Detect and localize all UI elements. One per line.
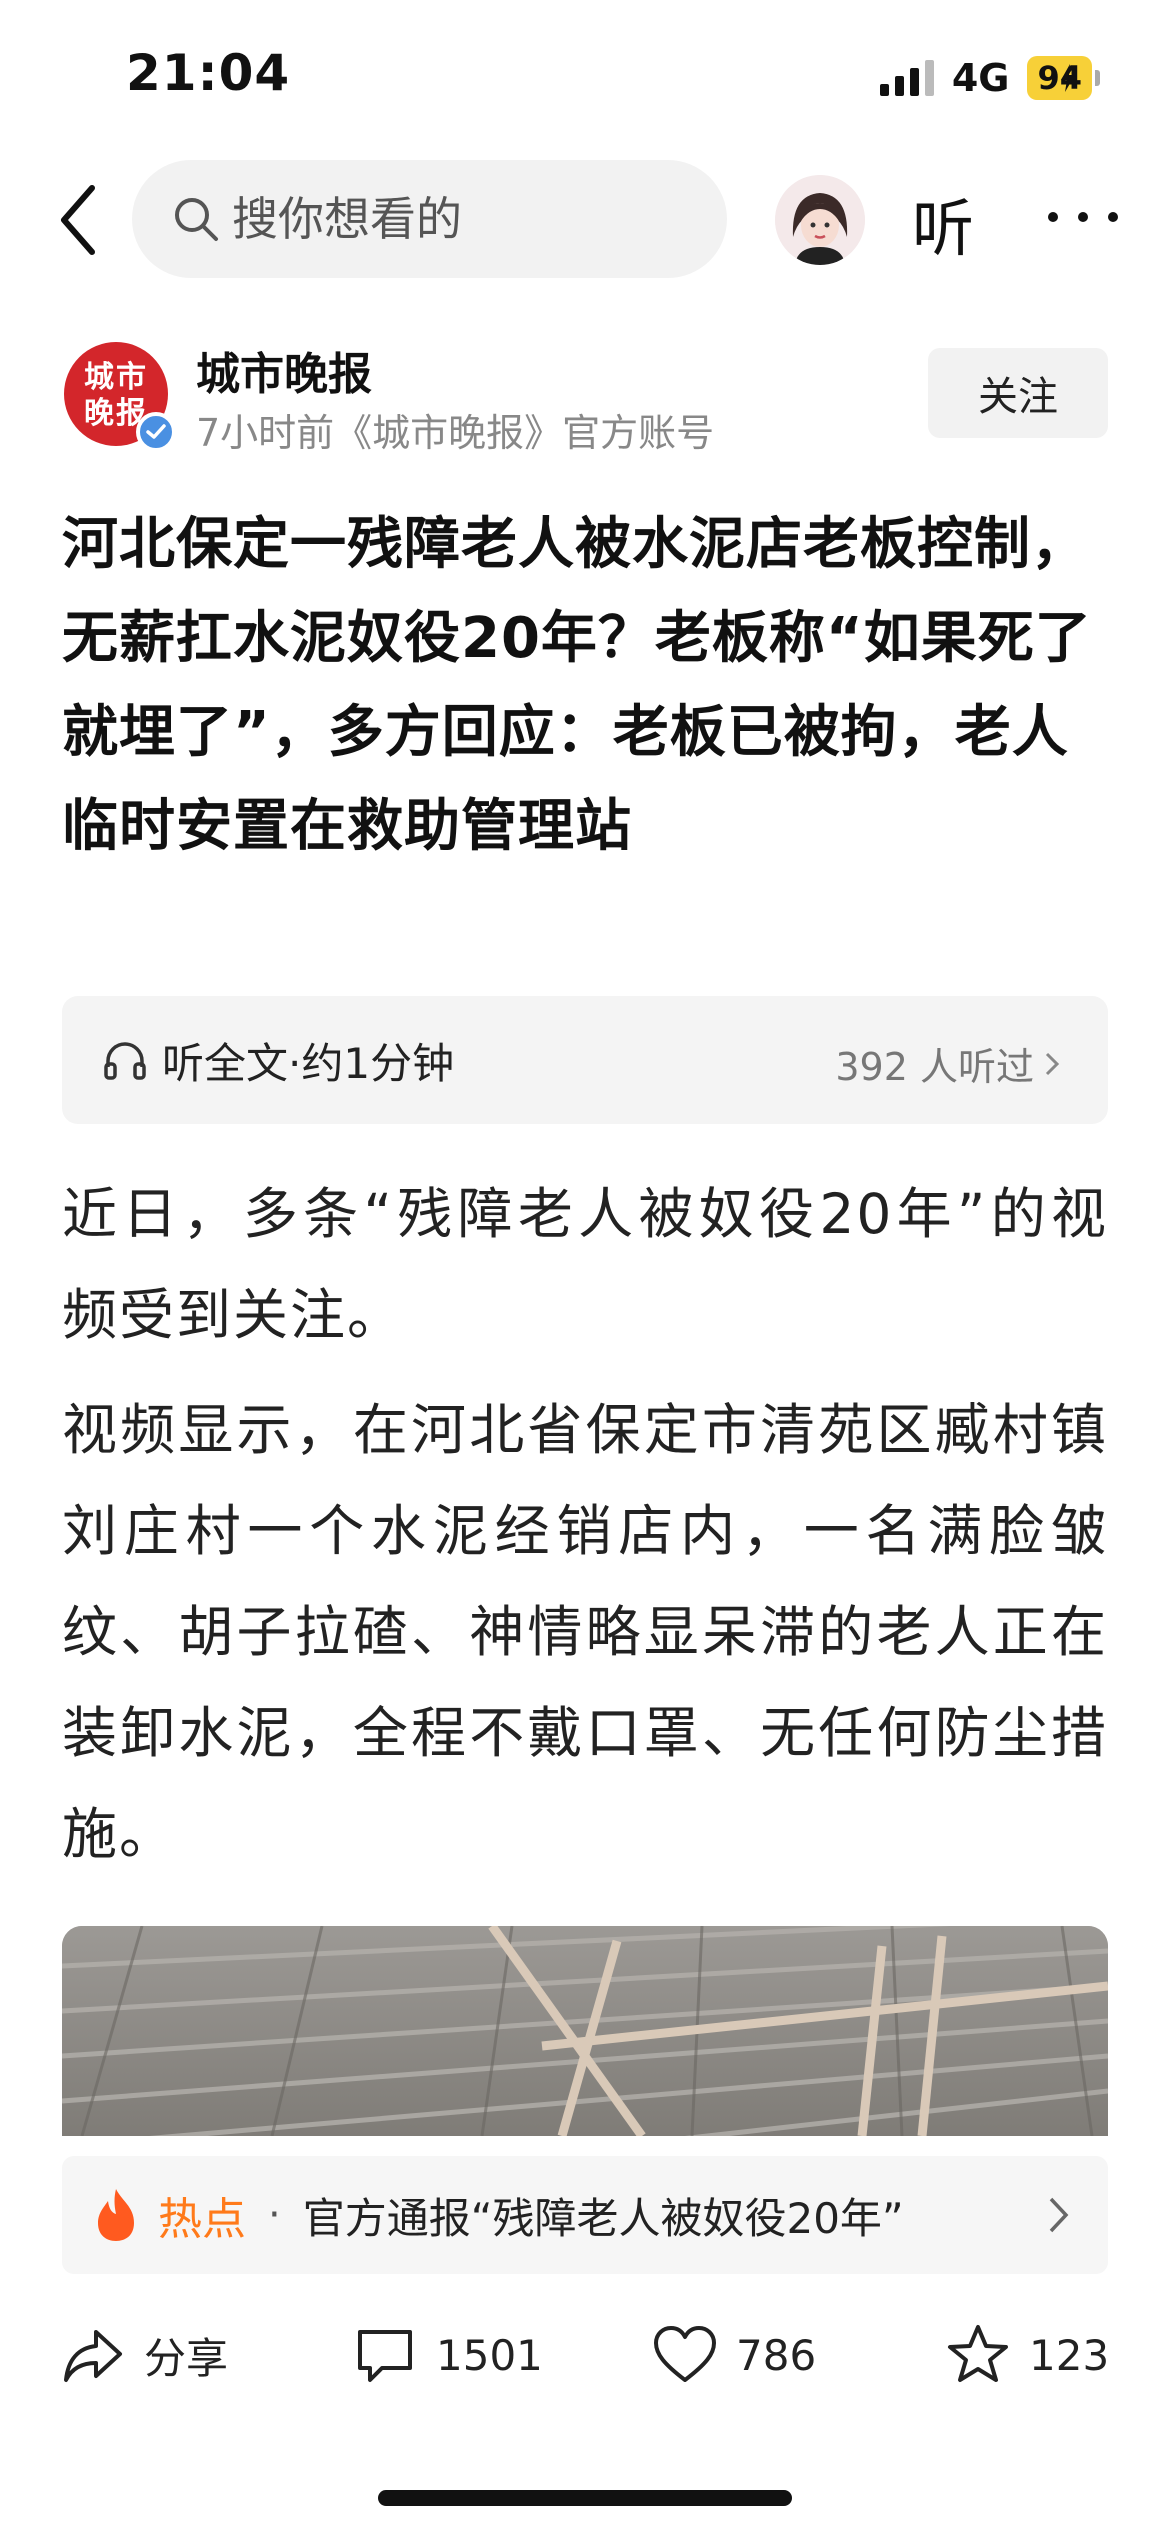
listen-full-text-bar[interactable]: 听全文·约1分钟 392 人听过 [62, 996, 1108, 1124]
home-indicator[interactable] [378, 2490, 792, 2506]
chevron-right-icon [1049, 2197, 1069, 2233]
user-avatar[interactable] [775, 175, 865, 265]
status-indicators: 4G 94 [879, 52, 1100, 104]
hot-topic-text: 官方通报“残障老人被奴役20年” [302, 2193, 904, 2243]
hot-topic-banner[interactable]: 热点 · 官方通报“残障老人被奴役20年” [62, 2156, 1108, 2274]
author-avatar[interactable]: 城市晚报 [64, 342, 176, 452]
avatar-illustration-icon [775, 175, 865, 265]
battery-icon: 94 [1027, 56, 1100, 100]
comment-button[interactable]: 1501 [352, 2310, 543, 2400]
search-icon [175, 198, 218, 241]
author-name[interactable]: 城市晚报 [196, 338, 372, 402]
article-paragraph: 近日，多条“残障老人被奴役20年”的视频受到关注。 [62, 1182, 1108, 1347]
listen-button[interactable]: 听 [912, 178, 974, 268]
article-paragraph: 视频显示，在河北省保定市清苑区臧村镇刘庄村一个水泥经销店内，一名满脸皱纹、胡子拉… [62, 1398, 1108, 1866]
more-options-icon[interactable] [1048, 192, 1118, 242]
chevron-right-icon [1045, 1052, 1060, 1075]
heart-icon [654, 2326, 716, 2382]
listen-count: 392 人听过 [835, 1036, 1060, 1091]
like-count: 786 [736, 2330, 817, 2380]
favorite-count: 123 [1029, 2330, 1110, 2380]
signal-icon [879, 60, 934, 96]
author-meta: 7小时前《城市晚报》官方账号 [196, 411, 715, 455]
share-button[interactable]: 分享 [60, 2310, 228, 2400]
favorite-button[interactable]: 123 [945, 2310, 1109, 2400]
listen-full-text-label: 听全文·约1分钟 [162, 1038, 455, 1088]
status-time: 21:04 [126, 44, 291, 102]
charging-bolt-icon [1061, 64, 1075, 92]
follow-button[interactable]: 关注 [928, 348, 1108, 438]
article-headline: 河北保定一残障老人被水泥店老板控制，无薪扛水泥奴役20年？老板称“如果死了就埋了… [62, 512, 1092, 859]
chevron-left-icon [61, 185, 95, 255]
hot-separator: · [268, 2192, 281, 2238]
share-label: 分享 [144, 2333, 229, 2383]
warehouse-ceiling-image [62, 1926, 1108, 2136]
flame-icon [98, 2189, 134, 2241]
verified-badge-icon [136, 412, 176, 452]
network-type: 4G [951, 56, 1010, 100]
listen-count-text: 392 人听过 [835, 1045, 1034, 1089]
like-button[interactable]: 786 [652, 2310, 816, 2400]
comment-icon [358, 2330, 412, 2382]
share-icon [64, 2330, 122, 2382]
hot-label: 热点 [158, 2194, 246, 2245]
search-bar[interactable] [132, 160, 727, 278]
back-button[interactable] [48, 180, 108, 260]
headphones-icon [104, 1042, 146, 1080]
star-icon [948, 2325, 1008, 2382]
article-image[interactable] [62, 1926, 1108, 2136]
comment-count: 1501 [436, 2330, 543, 2380]
search-input[interactable] [230, 191, 704, 247]
